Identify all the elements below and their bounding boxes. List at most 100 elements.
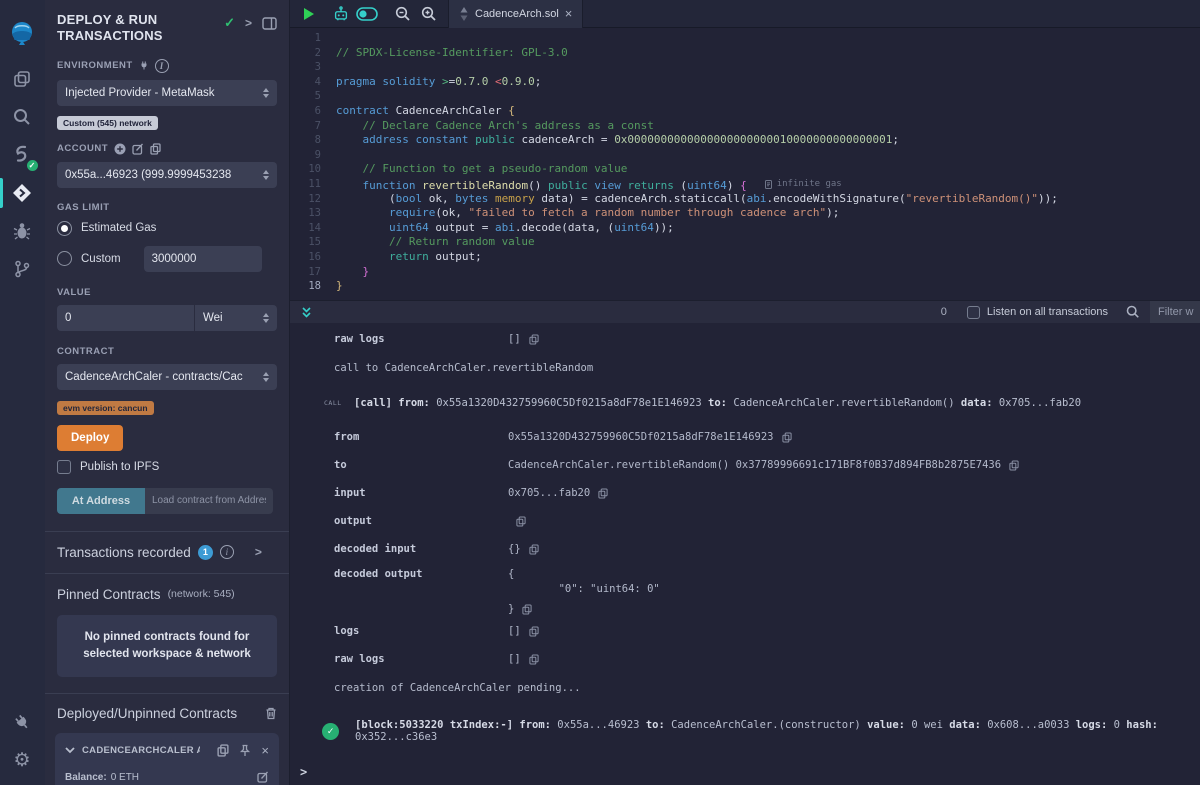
listen-all-checkbox[interactable] <box>967 306 980 319</box>
search-button[interactable] <box>0 98 45 136</box>
code-text: (bool ok, bytes memory data) = cadenceAr… <box>336 192 1058 207</box>
copy-icon[interactable] <box>1009 460 1019 471</box>
zoom-in-button[interactable] <box>416 0 442 28</box>
copy-icon[interactable] <box>529 626 539 637</box>
code-token: bytes <box>455 192 488 205</box>
transactions-expand-chevron[interactable]: > <box>255 545 262 559</box>
deploy-run-button[interactable] <box>0 174 45 212</box>
copy-icon[interactable] <box>522 604 532 615</box>
code-line[interactable]: 11 function revertibleRandom() public vi… <box>290 177 1200 192</box>
code-line[interactable]: 12 (bool ok, bytes memory data) = cadenc… <box>290 192 1200 207</box>
collapse-chevron-icon[interactable]: > <box>245 16 252 30</box>
tab-cadencearch-sol[interactable]: CadenceArch.sol × <box>448 0 583 28</box>
code-text: // Return random value <box>336 235 535 250</box>
copy-icon[interactable] <box>516 516 526 527</box>
custom-gas-radio[interactable] <box>57 251 72 266</box>
code-line[interactable]: 9 <box>290 148 1200 163</box>
edit-account-icon[interactable] <box>132 143 144 155</box>
code-line[interactable]: 18} <box>290 279 1200 294</box>
terminal-search-button[interactable] <box>1124 300 1142 323</box>
environment-select[interactable]: Injected Provider - MetaMask <box>57 80 277 106</box>
copy-icon[interactable] <box>598 488 608 499</box>
terminal-filter-input[interactable] <box>1150 301 1200 324</box>
remix-logo[interactable] <box>0 8 45 60</box>
line-number: 1 <box>290 31 336 46</box>
code-line[interactable]: 1 <box>290 31 1200 46</box>
tab-close-icon[interactable]: × <box>565 7 573 20</box>
at-address-input[interactable] <box>145 488 273 514</box>
ai-copilot-button[interactable] <box>328 0 354 28</box>
code-line[interactable]: 8 address constant public cadenceArch = … <box>290 133 1200 148</box>
pin-panel-icon[interactable] <box>262 17 277 30</box>
value-unit-select[interactable]: Wei <box>195 305 277 331</box>
remove-contract-icon[interactable]: × <box>261 743 269 758</box>
code-line[interactable]: 3 <box>290 60 1200 75</box>
custom-gas-input[interactable]: 3000000 <box>144 246 262 272</box>
publish-ipfs-checkbox[interactable] <box>57 460 71 474</box>
code-token <box>336 206 389 219</box>
code-line[interactable]: 13 require(ok, "failed to fetch a random… <box>290 206 1200 221</box>
code-line[interactable]: 7 // Declare Cadence Arch's address as a… <box>290 119 1200 134</box>
terminal-kv-row: input0x705...fab20 <box>290 479 1200 507</box>
code-token: 0 <box>1107 719 1126 731</box>
code-token: uint64 <box>687 179 727 192</box>
code-line[interactable]: 17 } <box>290 265 1200 280</box>
environment-info-icon[interactable]: i <box>155 59 169 73</box>
terminal-row-value: 0x55a1320D432759960C5Df0215a8dF78e1E1469… <box>508 431 792 443</box>
copy-icon[interactable] <box>529 334 539 345</box>
line-number: 10 <box>290 162 336 177</box>
at-address-button[interactable]: At Address <box>57 488 145 514</box>
run-script-button[interactable] <box>296 0 322 28</box>
contract-label: CONTRACT <box>57 346 114 357</box>
copy-address-icon[interactable] <box>217 744 229 757</box>
code-editor[interactable]: 12// SPDX-License-Identifier: GPL-3.034p… <box>290 28 1200 300</box>
code-line[interactable]: 16 return output; <box>290 250 1200 265</box>
code-token: .decode(data, ( <box>515 221 614 234</box>
code-line[interactable]: 15 // Return random value <box>290 235 1200 250</box>
call-summary[interactable]: [call] from: 0x55a1320D432759960C5Df0215… <box>354 397 1081 409</box>
value-input[interactable]: 0 <box>57 305 195 331</box>
code-text: address constant public cadenceArch = 0x… <box>336 133 899 148</box>
network-badge: Custom (545) network <box>57 116 158 130</box>
terminal-collapse-icon[interactable] <box>300 306 313 319</box>
terminal[interactable]: raw logs[]call to CadenceArchCaler.rever… <box>290 323 1200 785</box>
code-line[interactable]: 10 // Function to get a pseudo-random va… <box>290 162 1200 177</box>
estimated-gas-radio[interactable] <box>57 221 72 236</box>
copilot-toggle[interactable] <box>354 0 380 28</box>
transactions-info-icon[interactable]: i <box>220 545 234 559</box>
copy-icon[interactable] <box>782 432 792 443</box>
code-token: () <box>528 179 548 192</box>
code-token: memory <box>488 192 534 205</box>
solidity-compiler-button[interactable]: ✓ <box>0 136 45 174</box>
chevron-down-icon[interactable] <box>65 747 75 754</box>
code-line[interactable]: 2// SPDX-License-Identifier: GPL-3.0 <box>290 46 1200 61</box>
code-line[interactable]: 4pragma solidity >=0.7.0 <0.9.0; <box>290 75 1200 90</box>
git-button[interactable] <box>0 250 45 288</box>
account-select[interactable]: 0x55a...46923 (999.9999453238 <box>57 162 277 188</box>
code-line[interactable]: 6contract CadenceArchCaler { <box>290 104 1200 119</box>
code-token: view <box>594 179 621 192</box>
trash-icon[interactable] <box>265 707 277 720</box>
terminal-prompt[interactable]: > <box>300 765 307 779</box>
pin-contract-icon[interactable] <box>239 744 251 757</box>
copy-icon[interactable] <box>529 544 539 555</box>
contract-select[interactable]: CadenceArchCaler - contracts/Cac <box>57 364 277 390</box>
copy-account-icon[interactable] <box>150 143 161 155</box>
zoom-out-button[interactable] <box>390 0 416 28</box>
settings-button[interactable]: ⚙ <box>0 741 45 779</box>
code-token <box>435 75 442 88</box>
debugger-button[interactable] <box>0 212 45 250</box>
file-explorer-button[interactable] <box>0 60 45 98</box>
code-line[interactable]: 14 uint64 output = abi.decode(data, (uin… <box>290 221 1200 236</box>
code-line[interactable]: 5 <box>290 89 1200 104</box>
terminal-row-value: { "0": "uint64: 0"} <box>508 567 660 615</box>
code-token: abi <box>747 192 767 205</box>
code-token: "failed to fetch a random number through… <box>468 206 826 219</box>
deploy-button[interactable]: Deploy <box>57 425 123 451</box>
copy-icon[interactable] <box>529 654 539 665</box>
terminal-row-value: CadenceArchCaler.revertibleRandom() 0x37… <box>508 459 1019 471</box>
add-account-icon[interactable] <box>114 143 126 155</box>
block-summary[interactable]: [block:5033220 txIndex:-] from: 0x55a...… <box>355 719 1200 743</box>
edit-balance-icon[interactable] <box>257 771 269 783</box>
plugin-manager-button[interactable] <box>0 703 45 741</box>
